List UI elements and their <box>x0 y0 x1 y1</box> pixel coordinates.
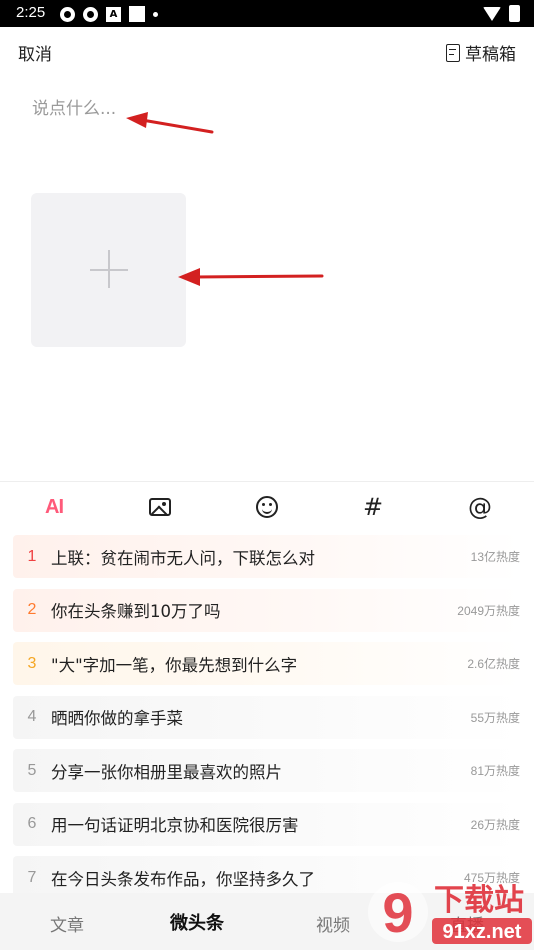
topic-rank: 1 <box>27 547 37 565</box>
plus-icon-vertical <box>108 250 110 288</box>
a-box-icon: A <box>106 6 121 22</box>
topic-title: 你在头条赚到10万了吗 <box>51 602 221 621</box>
topic-rank: 4 <box>27 708 37 725</box>
mention-button[interactable]: @ <box>462 492 498 522</box>
compose-toolbar: AI # @ <box>0 484 534 530</box>
topic-rank: 2 <box>27 601 37 618</box>
tab-article[interactable]: 文章 <box>50 911 84 936</box>
watermark-brand-text: 下载站 <box>434 883 524 918</box>
hashtag-icon: # <box>362 493 384 521</box>
status-system-icons <box>483 5 520 22</box>
topic-item[interactable]: 6 用一句话证明北京协和医院很厉害 26万热度 <box>13 802 521 846</box>
cancel-button[interactable]: 取消 <box>18 40 52 65</box>
topic-title: 分享一张你相册里最喜欢的照片 <box>51 762 282 782</box>
ai-icon: AI <box>45 495 64 518</box>
toolbar-divider <box>0 481 534 482</box>
status-bar: 2:25 A <box>0 0 534 27</box>
drafts-button[interactable]: 草稿箱 <box>446 40 516 65</box>
smiley-icon <box>256 496 278 518</box>
topic-heat: 13亿热度 <box>470 550 520 564</box>
topic-item[interactable]: 5 分享一张你相册里最喜欢的照片 81万热度 <box>13 749 521 792</box>
watermark-logo: 9 下载站 91xz.net <box>368 881 532 944</box>
drafts-label: 草稿箱 <box>465 45 516 65</box>
post-text-input[interactable]: 说点什么... <box>32 94 116 119</box>
topic-item[interactable]: 1 上联：贫在闹市无人问，下联怎么对 13亿热度 <box>13 535 521 578</box>
at-icon: @ <box>468 493 492 521</box>
ai-button[interactable]: AI <box>36 492 72 522</box>
topic-heat: 2049万热度 <box>457 603 520 618</box>
add-image-button[interactable] <box>31 193 186 347</box>
square-icon <box>129 6 145 22</box>
image-button[interactable] <box>142 492 178 522</box>
topic-button[interactable]: # <box>355 492 391 522</box>
draft-box-icon <box>446 43 460 62</box>
watermark-logo-text: 9 <box>382 881 413 944</box>
topic-rank: 5 <box>27 761 37 779</box>
image-icon <box>149 498 171 516</box>
sync-icon <box>83 6 98 22</box>
topic-heat: 2.6亿热度 <box>467 657 520 671</box>
wifi-icon <box>483 6 501 21</box>
topic-title: "大"字加一笔，你最先想到什么字 <box>51 655 298 675</box>
status-notification-icons: A <box>60 6 158 22</box>
topic-item[interactable]: 4 晒晒你做的拿手菜 55万热度 <box>13 695 521 739</box>
hot-topic-list: 1 上联：贫在闹市无人问，下联怎么对 13亿热度 2 你在头条赚到10万了吗 2… <box>13 535 521 910</box>
sync-icon <box>60 6 75 22</box>
topic-item[interactable]: 3 "大"字加一笔，你最先想到什么字 2.6亿热度 <box>13 642 521 685</box>
topic-rank: 7 <box>27 868 37 886</box>
annotation-arrow-image <box>178 268 324 286</box>
topic-heat: 81万热度 <box>470 764 520 778</box>
topic-title: 上联：贫在闹市无人问，下联怎么对 <box>51 548 315 568</box>
status-time: 2:25 <box>16 4 46 21</box>
topic-item[interactable]: 2 你在头条赚到10万了吗 2049万热度 <box>13 588 521 632</box>
emoji-button[interactable] <box>249 492 285 522</box>
topic-rank: 3 <box>27 654 37 672</box>
annotation-arrow-input <box>126 112 214 134</box>
topic-heat: 26万热度 <box>470 817 520 832</box>
watermark: 9 下载站 91xz.net <box>364 862 534 950</box>
tab-video[interactable]: 视频 <box>316 911 350 936</box>
watermark-domain-text: 91xz.net <box>443 921 522 943</box>
topic-title: 晒晒你做的拿手菜 <box>51 709 183 728</box>
dot-icon <box>153 11 158 17</box>
battery-icon <box>509 5 520 22</box>
topic-title: 用一句话证明北京协和医院很厉害 <box>51 816 299 835</box>
topic-heat: 55万热度 <box>470 710 520 725</box>
topic-rank: 6 <box>27 815 37 832</box>
tab-micro-post[interactable]: 微头条 <box>170 909 224 935</box>
compose-header: 取消 草稿箱 <box>0 27 534 77</box>
